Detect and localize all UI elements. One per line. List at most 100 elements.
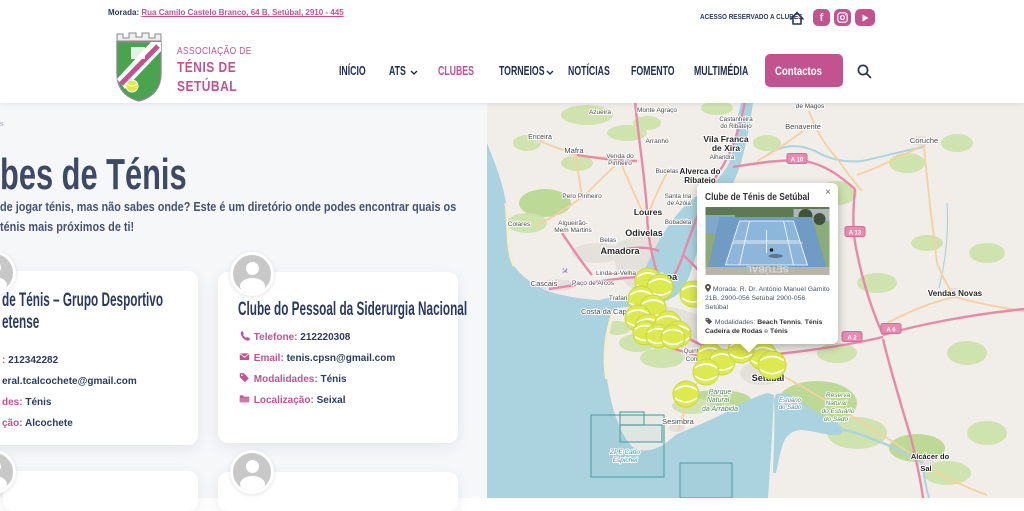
club-email-row: eral.tcalcochete@gmail.com xyxy=(2,376,137,387)
address-bar: Morada: Rua Camilo Castelo Branco, 64 B,… xyxy=(108,8,344,17)
popup-modalities: Modalidades: Beach Tennis, Ténis Cadeira… xyxy=(705,317,830,336)
club-modalities-row: des: Ténis xyxy=(2,397,51,408)
svg-text:Espichel: Espichel xyxy=(613,457,638,464)
svg-text:Azueira: Azueira xyxy=(589,109,611,116)
address-label: Morada: xyxy=(108,8,139,17)
club-crest-logo[interactable] xyxy=(109,31,169,103)
svg-text:do Sado: do Sado xyxy=(779,405,802,411)
svg-text:A 13: A 13 xyxy=(849,230,862,236)
svg-text:Amadora: Amadora xyxy=(600,246,640,256)
svg-text:Alcácer do: Alcácer do xyxy=(911,452,950,461)
logo-text-line2: TÉNIS DE xyxy=(177,59,251,76)
nav-noticias[interactable]: NOTÍCIAS xyxy=(568,64,628,78)
popup-title: Clube de Ténis de Setúbal xyxy=(705,191,810,203)
svg-text:Parque: Parque xyxy=(709,389,732,396)
svg-text:Monte Agraço: Monte Agraço xyxy=(637,107,677,114)
svg-text:do Ribatejo: do Ribatejo xyxy=(720,123,752,130)
avatar xyxy=(230,450,274,494)
map-popup: Clube de Ténis de Setúbal × SETÚBAL Mora… xyxy=(697,183,838,344)
club-phone-row: : 212342282 xyxy=(2,355,58,366)
svg-text:de Azóia: de Azóia xyxy=(667,200,691,207)
pin-icon xyxy=(705,284,711,292)
chevron-down-icon xyxy=(546,70,554,75)
tennis-ball-marker[interactable] xyxy=(758,351,786,379)
svg-text:Castanheira: Castanheira xyxy=(719,116,753,123)
svg-text:Arranhó: Arranhó xyxy=(645,138,669,145)
svg-text:Santa Iria: Santa Iria xyxy=(665,193,692,200)
breadcrumb: s xyxy=(0,121,4,128)
club-location-row: ção: Alcochete xyxy=(2,418,73,429)
svg-text:A 6: A 6 xyxy=(886,327,896,333)
chevron-down-icon xyxy=(410,70,418,75)
svg-text:A 2: A 2 xyxy=(847,335,857,341)
svg-text:Coruche: Coruche xyxy=(910,136,938,145)
nav-clubes[interactable]: CLUBES xyxy=(438,64,489,78)
svg-text:Natural: Natural xyxy=(707,397,730,404)
svg-text:Paço de Arcos: Paço de Arcos xyxy=(572,280,615,287)
svg-text:Alverca do: Alverca do xyxy=(680,167,721,176)
envelope-icon xyxy=(238,351,251,362)
close-icon[interactable]: × xyxy=(825,188,831,198)
club-phone-row: Telefone: 212220308 xyxy=(238,330,350,343)
svg-text:Mem Martins: Mem Martins xyxy=(554,227,592,234)
svg-text:Estuário: Estuário xyxy=(779,398,802,404)
club-card[interactable] xyxy=(3,471,198,511)
svg-text:Linda-a-Velha: Linda-a-Velha xyxy=(596,270,636,277)
header: Morada: Rua Camilo Castelo Branco, 64 B,… xyxy=(0,0,1024,103)
facebook-icon[interactable]: f xyxy=(813,9,830,26)
page-title: bes de Ténis xyxy=(0,150,267,200)
popup-address: Morada: R. Dr. António Manuel Gamito 21B… xyxy=(705,284,830,313)
svg-text:Cascais: Cascais xyxy=(531,279,558,288)
intro-line2: ténis mais próximos de ti! xyxy=(0,220,154,234)
svg-text:Pinheiro: Pinheiro xyxy=(608,160,632,167)
svg-text:da Arrábida: da Arrábida xyxy=(702,406,738,413)
svg-text:Algueirão-: Algueirão- xyxy=(558,220,588,227)
svg-text:de Xira: de Xira xyxy=(712,143,741,153)
svg-text:do Estuário: do Estuário xyxy=(822,408,855,415)
svg-text:Mafra: Mafra xyxy=(564,146,584,155)
logo-text-line1: ASSOCIAÇÃO DE xyxy=(177,45,270,57)
club-photo: SETÚBAL xyxy=(705,207,830,275)
youtube-icon[interactable] xyxy=(855,9,875,26)
svg-text:Pero Pinheiro: Pero Pinheiro xyxy=(562,193,602,200)
svg-text:Colares: Colares xyxy=(508,221,531,228)
contacts-button[interactable]: Contactos xyxy=(765,54,843,87)
svg-text:A 10: A 10 xyxy=(791,157,804,163)
tennis-ball-marker[interactable] xyxy=(661,325,685,349)
instagram-icon[interactable] xyxy=(834,9,851,26)
svg-text:Venda do: Venda do xyxy=(606,153,634,160)
tennis-ball-marker[interactable] xyxy=(673,381,699,407)
svg-text:Belas: Belas xyxy=(600,237,617,244)
svg-text:Sal: Sal xyxy=(920,464,931,473)
search-icon[interactable] xyxy=(856,63,873,80)
svg-text:ZPE Cabo: ZPE Cabo xyxy=(609,449,640,456)
svg-text:Odivelas: Odivelas xyxy=(625,228,663,238)
folder-icon xyxy=(238,393,251,404)
svg-text:Vendas Novas: Vendas Novas xyxy=(928,289,983,298)
logo-text-line3: SETÚBAL xyxy=(177,78,252,95)
club-card-title-line2: etense xyxy=(2,312,62,334)
tag-icon xyxy=(705,317,713,325)
club-email-row: Email: tenis.cpsn@gmail.com xyxy=(238,351,395,364)
svg-text:Bobadela: Bobadela xyxy=(665,219,692,226)
nav-inicio[interactable]: INÍCIO xyxy=(339,64,377,78)
svg-text:Loures: Loures xyxy=(634,207,663,217)
club-modalities-row: Modalidades: Ténis xyxy=(238,372,347,385)
svg-text:SETÚBAL: SETÚBAL xyxy=(746,264,789,275)
svg-text:Benavente: Benavente xyxy=(785,122,821,131)
tennis-ball-marker[interactable] xyxy=(693,359,719,385)
svg-text:Natural: Natural xyxy=(826,400,848,407)
nav-multimedia[interactable]: MULTIMÉDIA xyxy=(694,64,772,78)
club-location-row: Localização: Seixal xyxy=(238,393,346,406)
svg-text:Ericeira: Ericeira xyxy=(528,134,552,141)
club-card-title: Clube do Pessoal da Siderurgia Nacional xyxy=(238,299,608,321)
home-icon[interactable] xyxy=(789,10,805,26)
phone-icon xyxy=(238,330,251,341)
svg-text:do Sado: do Sado xyxy=(824,416,849,423)
nav-fomento[interactable]: FOMENTO xyxy=(631,64,693,78)
nav-torneios[interactable]: TORNEIOS xyxy=(499,64,564,78)
intro-line1: de jogar ténis, mas não sabes onde? Este… xyxy=(0,200,524,214)
svg-text:Bucelas: Bucelas xyxy=(655,168,679,175)
address-link[interactable]: Rua Camilo Castelo Branco, 64 B, Setúbal… xyxy=(141,8,343,17)
svg-text:Alhandra: Alhandra xyxy=(710,154,735,161)
